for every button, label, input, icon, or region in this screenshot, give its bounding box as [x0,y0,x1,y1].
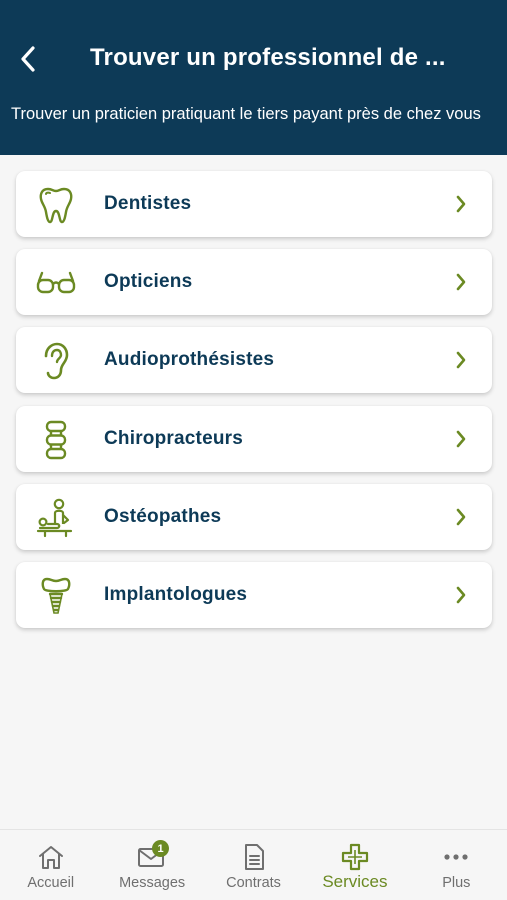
tab-plus[interactable]: Plus [406,830,507,900]
page-subtitle: Trouver un praticien pratiquant le tiers… [11,105,481,123]
spine-icon [36,420,76,460]
list-item-label: Audioprothésistes [104,349,275,371]
page-title: Trouver un professionnel de ... [90,44,446,71]
home-icon [31,843,71,871]
chevron-right-icon [454,507,468,527]
list-item-label: Opticiens [104,271,193,293]
chevron-right-icon [454,194,468,214]
tab-label: Accueil [27,875,75,891]
list-item-chiropracteurs[interactable]: Chiropracteurs [16,405,492,472]
header: Trouver un professionnel de ... Trouver … [0,0,507,155]
tab-label: Contrats [226,875,281,891]
dental-implant-icon [36,576,76,616]
bottom-tab-bar: Accueil 1 Messages Contrats Services Plu… [0,829,507,900]
list-item-osteopathes[interactable]: Ostéopathes [16,483,492,550]
chevron-right-icon [454,429,468,449]
ear-icon [36,341,76,381]
list-item-implantologues[interactable]: Implantologues [16,561,492,628]
chevron-right-icon [454,350,468,370]
list-item-label: Ostéopathes [104,505,222,527]
tab-services[interactable]: Services [304,830,405,900]
tab-label: Services [322,872,388,891]
chevron-left-icon [21,46,35,72]
tab-messages[interactable]: 1 Messages [101,830,202,900]
list-item-audioprothesistes[interactable]: Audioprothésistes [16,327,492,394]
chevron-right-icon [454,272,468,292]
list-item-dentistes[interactable]: Dentistes [16,171,492,237]
list-item-opticiens[interactable]: Opticiens [16,249,492,316]
document-icon [234,843,274,871]
tab-label: Plus [442,875,471,891]
professional-list: Dentistes Opticiens Audioprothésistes Ch… [16,171,492,640]
tab-label: Messages [119,875,186,891]
tab-accueil[interactable]: Accueil [0,830,101,900]
medical-cross-icon [335,843,375,871]
list-item-label: Dentistes [104,193,192,214]
osteopath-icon [36,498,76,538]
mail-icon: 1 [132,840,172,871]
chevron-right-icon [454,585,468,605]
list-item-label: Implantologues [104,583,248,605]
more-icon [436,843,476,871]
tooth-icon [36,185,76,225]
unread-badge: 1 [152,840,170,857]
tab-contrats[interactable]: Contrats [203,830,304,900]
list-item-label: Chiropracteurs [104,427,244,449]
glasses-icon [36,263,76,303]
back-button[interactable] [12,42,46,76]
